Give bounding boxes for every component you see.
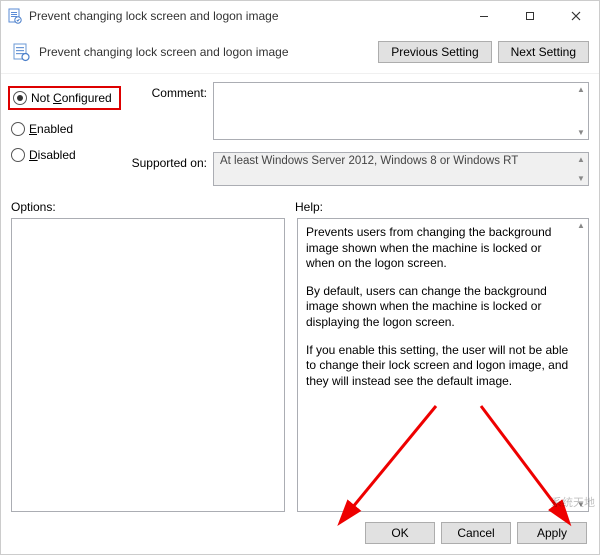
radio-dot-icon xyxy=(13,91,27,105)
radio-circle-icon xyxy=(11,148,25,162)
titlebar: Prevent changing lock screen and logon i… xyxy=(1,1,599,31)
comment-label: Comment: xyxy=(129,82,207,140)
previous-setting-button[interactable]: Previous Setting xyxy=(378,41,491,63)
policy-file-icon xyxy=(7,8,23,24)
radio-not-configured-label: Not Configured xyxy=(31,91,112,105)
radio-disabled-label: Disabled xyxy=(29,148,76,162)
upper-panel: Not Configured Enabled Disabled Comment:… xyxy=(1,74,599,198)
supported-value: At least Windows Server 2012, Windows 8 … xyxy=(220,155,518,167)
help-paragraph: Prevents users from changing the backgro… xyxy=(306,225,570,272)
apply-button[interactable]: Apply xyxy=(517,522,587,544)
help-paragraph: By default, users can change the backgro… xyxy=(306,284,570,331)
radio-enabled[interactable]: Enabled xyxy=(11,122,121,136)
maximize-button[interactable] xyxy=(507,1,553,31)
scrollbar-icon: ▲▼ xyxy=(574,83,588,139)
bottom-bar: OK Cancel Apply xyxy=(1,512,599,554)
options-label: Options: xyxy=(11,200,283,214)
options-box[interactable] xyxy=(11,218,285,512)
lower-labels: Options: Help: xyxy=(1,198,599,218)
help-paragraph: If you enable this setting, the user wil… xyxy=(306,343,570,390)
policy-name: Prevent changing lock screen and logon i… xyxy=(39,45,370,59)
window-title: Prevent changing lock screen and logon i… xyxy=(29,9,461,23)
ok-button[interactable]: OK xyxy=(365,522,435,544)
radio-not-configured[interactable]: Not Configured xyxy=(8,86,121,110)
policy-icon xyxy=(11,42,31,62)
scrollbar-icon: ▲▼ xyxy=(574,219,588,511)
radio-disabled[interactable]: Disabled xyxy=(11,148,121,162)
window: Prevent changing lock screen and logon i… xyxy=(0,0,600,555)
radio-circle-icon xyxy=(11,122,25,136)
supported-readonly: At least Windows Server 2012, Windows 8 … xyxy=(213,152,589,186)
next-setting-button[interactable]: Next Setting xyxy=(498,41,589,63)
toolbar: Prevent changing lock screen and logon i… xyxy=(1,31,599,74)
comment-textarea[interactable]: ▲▼ xyxy=(213,82,589,140)
state-radio-group: Not Configured Enabled Disabled xyxy=(11,82,121,186)
minimize-button[interactable] xyxy=(461,1,507,31)
scrollbar-icon: ▲▼ xyxy=(574,153,588,185)
help-label: Help: xyxy=(295,200,323,214)
window-controls xyxy=(461,1,599,31)
help-box[interactable]: Prevents users from changing the backgro… xyxy=(297,218,589,512)
cancel-button[interactable]: Cancel xyxy=(441,522,511,544)
close-button[interactable] xyxy=(553,1,599,31)
lower-panel: Prevents users from changing the backgro… xyxy=(1,218,599,512)
supported-label: Supported on: xyxy=(129,152,207,186)
radio-enabled-label: Enabled xyxy=(29,122,73,136)
